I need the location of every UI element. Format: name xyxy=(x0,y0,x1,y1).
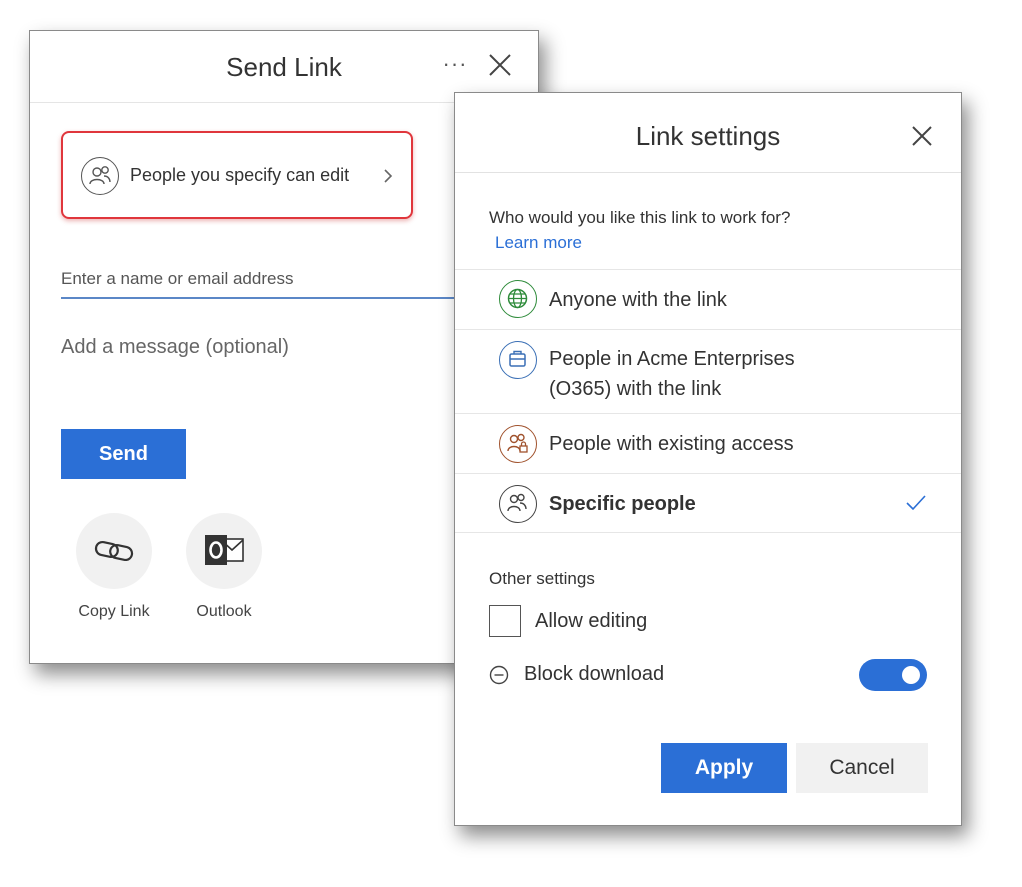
link-icon xyxy=(94,540,134,562)
link-settings-dialog: Link settings Who would you like this li… xyxy=(454,92,962,826)
permission-selector[interactable]: People you specify can edit xyxy=(61,131,413,219)
block-download-row: Block download xyxy=(489,659,933,691)
option-organization-label-2: (O365) with the link xyxy=(549,378,722,400)
outlook-label: Outlook xyxy=(196,603,252,620)
checkmark-icon xyxy=(906,495,926,511)
outlook-button[interactable] xyxy=(186,513,262,589)
option-existing-access-label: People with existing access xyxy=(549,433,794,455)
option-organization[interactable]: People in Acme Enterprises (O365) with t… xyxy=(455,329,961,413)
option-anyone-label: Anyone with the link xyxy=(549,289,727,311)
chevron-right-icon xyxy=(384,169,393,183)
audience-option-list: Anyone with the link People in Acme Ente… xyxy=(455,269,961,533)
toggle-knob xyxy=(902,666,920,684)
block-download-label: Block download xyxy=(524,663,665,685)
apply-button[interactable]: Apply xyxy=(661,743,787,793)
people-lock-icon xyxy=(499,425,537,463)
other-settings-heading: Other settings xyxy=(489,569,595,588)
people-icon xyxy=(499,485,537,523)
option-specific-people[interactable]: Specific people xyxy=(455,473,961,533)
link-settings-header: Link settings xyxy=(455,93,961,173)
allow-editing-row[interactable]: Allow editing xyxy=(489,605,789,637)
allow-editing-label: Allow editing xyxy=(535,610,648,632)
option-specific-people-label: Specific people xyxy=(549,493,696,515)
cancel-button[interactable]: Cancel xyxy=(796,743,928,793)
copy-link-button[interactable] xyxy=(76,513,152,589)
close-send-link-button[interactable] xyxy=(484,49,516,81)
send-button[interactable]: Send xyxy=(61,429,186,479)
building-icon xyxy=(499,341,537,379)
learn-more-link[interactable]: Learn more xyxy=(495,233,582,253)
close-link-settings-button[interactable] xyxy=(907,121,937,151)
link-settings-title: Link settings xyxy=(635,121,781,151)
outlook-option[interactable]: Outlook xyxy=(186,513,262,621)
more-options-button[interactable]: ··· xyxy=(438,47,472,81)
option-anyone[interactable]: Anyone with the link xyxy=(455,269,961,329)
audience-question: Who would you like this link to work for… xyxy=(489,208,791,227)
copy-link-option[interactable]: Copy Link xyxy=(76,513,152,621)
close-icon xyxy=(489,54,511,76)
option-organization-label: People in Acme Enterprises xyxy=(549,348,795,370)
permission-label: People you specify can edit xyxy=(130,165,350,185)
globe-icon xyxy=(499,280,537,318)
recipient-input[interactable] xyxy=(61,257,483,299)
copy-link-label: Copy Link xyxy=(78,603,150,620)
message-input[interactable] xyxy=(61,336,461,376)
block-download-toggle[interactable] xyxy=(859,659,927,691)
outlook-icon xyxy=(205,535,244,565)
close-icon xyxy=(912,126,932,146)
option-existing-access[interactable]: People with existing access xyxy=(455,413,961,473)
people-icon xyxy=(81,157,119,195)
allow-editing-checkbox[interactable] xyxy=(489,605,521,637)
block-icon xyxy=(489,665,509,685)
